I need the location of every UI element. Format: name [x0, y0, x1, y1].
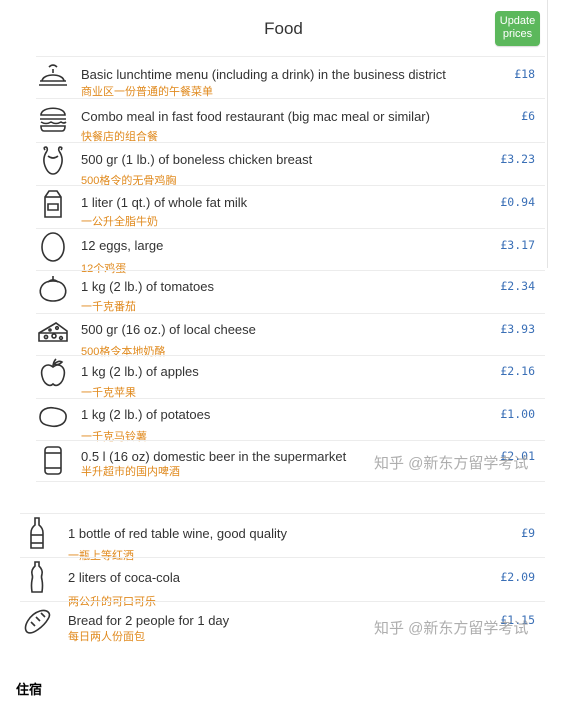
chicken-icon — [36, 144, 70, 178]
list-item: 1 kg (2 lb.) of apples 一千克苹果 £2.16 — [36, 355, 545, 399]
item-price: £2.16 — [500, 364, 535, 378]
cheese-icon — [36, 315, 70, 349]
item-name: 2 liters of coca-cola — [68, 570, 180, 585]
list-item: 2 liters of coca-cola 两公升的可口可乐 £2.09 — [20, 557, 545, 608]
item-price: £1.00 — [500, 407, 535, 421]
apple-icon — [36, 356, 70, 390]
watermark: 知乎 @新东方留学考试 — [374, 455, 529, 472]
milk-carton-icon — [36, 187, 70, 221]
item-name-zh: 商业区一份普通的午餐菜单 — [81, 86, 213, 98]
item-name: 1 liter (1 qt.) of whole fat milk — [81, 195, 248, 210]
list-item: 1 liter (1 qt.) of whole fat milk 一公升全脂牛… — [36, 185, 545, 229]
list-item: 1 kg (2 lb.) of potatoes 一千克马铃薯 £1.00 — [36, 398, 545, 443]
item-price: £3.17 — [500, 238, 535, 252]
item-price: £2.34 — [500, 279, 535, 293]
list-item: 500 gr (16 oz.) of local cheese 500格令本地奶… — [36, 313, 545, 358]
wine-bottle-icon — [20, 516, 54, 550]
watermark: 知乎 @新东方留学考试 — [374, 620, 529, 637]
burger-icon — [36, 101, 70, 135]
list-item: 1 kg (2 lb.) of tomatoes 一千克番茄 £2.34 — [36, 270, 545, 314]
list-item: 1 bottle of red table wine, good quality… — [20, 513, 545, 562]
list-item: 500 gr (1 lb.) of boneless chicken breas… — [36, 142, 545, 187]
item-name: 1 kg (2 lb.) of tomatoes — [81, 279, 214, 294]
item-name-zh: 半升超市的国内啤酒 — [81, 466, 180, 478]
item-name: 500 gr (1 lb.) of boneless chicken breas… — [81, 152, 313, 167]
section-title: 住宿 — [16, 682, 43, 697]
soda-bottle-icon — [20, 560, 54, 594]
list-item: 12 eggs, large 12个鸡蛋 £3.17 — [36, 228, 545, 275]
list-item: Basic lunchtime menu (including a drink)… — [36, 56, 545, 99]
item-name: Bread for 2 people for 1 day — [68, 613, 230, 628]
item-price: £0.94 — [500, 195, 535, 209]
lunch-plate-icon — [36, 59, 70, 93]
item-price: £3.93 — [500, 322, 535, 336]
tomato-icon — [36, 272, 70, 306]
page-title: Food — [264, 19, 303, 38]
potato-icon — [36, 400, 70, 434]
update-prices-button[interactable]: Update prices — [495, 11, 540, 46]
item-name: 500 gr (16 oz.) of local cheese — [81, 322, 256, 337]
item-price: £18 — [514, 67, 535, 81]
item-name: 12 eggs, large — [81, 238, 164, 253]
item-price: £9 — [521, 526, 535, 540]
list-item: Combo meal in fast food restaurant (big … — [36, 98, 545, 143]
item-name-zh: 一公升全脂牛奶 — [81, 216, 158, 228]
item-price: £3.23 — [500, 152, 535, 166]
item-name: 1 kg (2 lb.) of potatoes — [81, 407, 211, 422]
item-name: 1 bottle of red table wine, good quality — [68, 526, 287, 541]
item-name: Basic lunchtime menu (including a drink)… — [81, 67, 446, 82]
item-name: Combo meal in fast food restaurant (big … — [81, 109, 430, 124]
beer-can-icon — [36, 443, 70, 477]
item-price: £2.09 — [500, 570, 535, 584]
item-name: 1 kg (2 lb.) of apples — [81, 364, 199, 379]
item-name: 0.5 l (16 oz) domestic beer in the super… — [81, 449, 347, 464]
item-name-zh: 一千克番茄 — [81, 301, 136, 313]
egg-icon — [36, 230, 70, 264]
bread-icon — [20, 605, 54, 639]
item-price: £6 — [521, 109, 535, 123]
item-name-zh: 每日两人份面包 — [68, 631, 145, 643]
